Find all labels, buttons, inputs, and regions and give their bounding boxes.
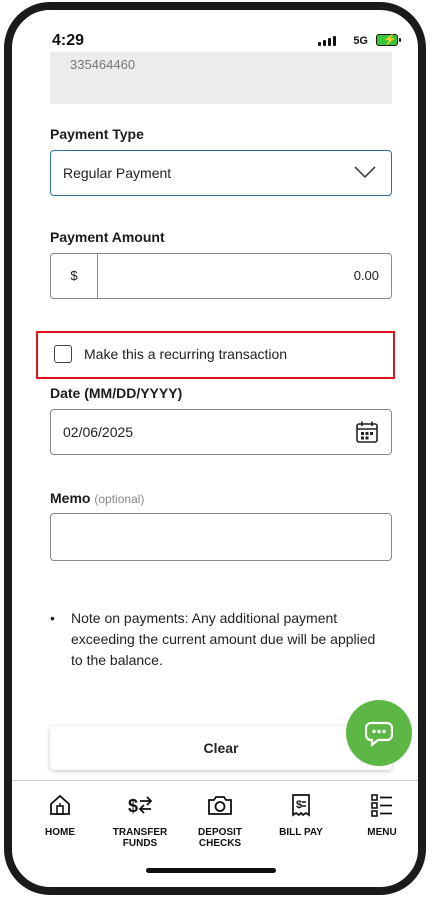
date-input[interactable]: 02/06/2025 [50, 409, 392, 455]
nav-label: DEPOSIT [198, 827, 242, 838]
memo-label: Memo (optional) [50, 490, 144, 506]
battery-icon: ⚡ [376, 34, 401, 46]
signal-icon [318, 36, 336, 46]
nav-deposit-checks[interactable]: DEPOSIT CHECKS [185, 793, 255, 849]
transfer-icon: $ [128, 796, 153, 816]
payment-amount-input[interactable]: $ 0.00 [50, 253, 392, 299]
svg-text:$: $ [296, 799, 302, 811]
date-value: 02/06/2025 [63, 424, 134, 440]
nav-label: HOME [45, 827, 75, 838]
memo-label-text: Memo [50, 490, 91, 506]
bottom-nav: HOME $ TRANSFER FUNDS DEPOSIT CHECKS $ B… [12, 780, 418, 861]
calendar-icon[interactable] [355, 420, 379, 444]
nav-home[interactable]: HOME [25, 793, 95, 839]
currency-symbol: $ [51, 254, 98, 298]
menu-icon [371, 794, 392, 817]
memo-input[interactable] [50, 513, 392, 561]
status-bar: 4:29 5G ⚡ [12, 10, 418, 54]
home-icon [50, 794, 70, 815]
recurring-transaction-row[interactable]: Make this a recurring transaction [36, 331, 395, 379]
account-number: 335464460 [70, 57, 136, 72]
nav-transfer-funds[interactable]: $ TRANSFER FUNDS [105, 793, 175, 849]
bill-icon: $ [292, 794, 310, 817]
recurring-label: Make this a recurring transaction [84, 346, 288, 362]
payment-amount-label: Payment Amount [50, 229, 165, 245]
nav-label: FUNDS [122, 838, 158, 849]
payment-type-value: Regular Payment [63, 165, 172, 181]
nav-label: TRANSFER [112, 827, 168, 838]
payment-type-select[interactable]: Regular Payment [50, 150, 392, 196]
nav-label: MENU [367, 827, 397, 838]
status-time: 4:29 [52, 32, 85, 49]
phone-frame: 4:29 5G ⚡ 335464460 Payment Type Regular… [4, 2, 426, 895]
note-text: Note on payments: Any additional payment… [71, 610, 376, 668]
payment-note: • Note on payments: Any additional payme… [50, 608, 380, 671]
camera-icon [208, 796, 232, 815]
nav-label: CHECKS [198, 838, 242, 849]
payment-amount-value: 0.00 [353, 268, 379, 283]
nav-label: BILL PAY [279, 827, 323, 838]
nav-menu[interactable]: MENU [347, 793, 417, 839]
svg-text:$: $ [128, 796, 138, 816]
note-bullet: • [50, 610, 55, 626]
home-indicator [146, 868, 276, 873]
clear-button[interactable]: Clear [50, 726, 392, 770]
chevron-down-icon [354, 166, 376, 179]
payment-type-label: Payment Type [50, 126, 144, 142]
network-type: 5G [353, 35, 368, 47]
account-number-field: 335464460 [50, 52, 392, 104]
chat-button[interactable] [346, 700, 412, 766]
date-label: Date (MM/DD/YYYY) [50, 385, 183, 401]
nav-bill-pay[interactable]: $ BILL PAY [266, 793, 336, 839]
recurring-checkbox[interactable] [54, 345, 72, 363]
memo-optional-hint: (optional) [94, 492, 145, 506]
chat-bubble-icon [365, 721, 393, 747]
